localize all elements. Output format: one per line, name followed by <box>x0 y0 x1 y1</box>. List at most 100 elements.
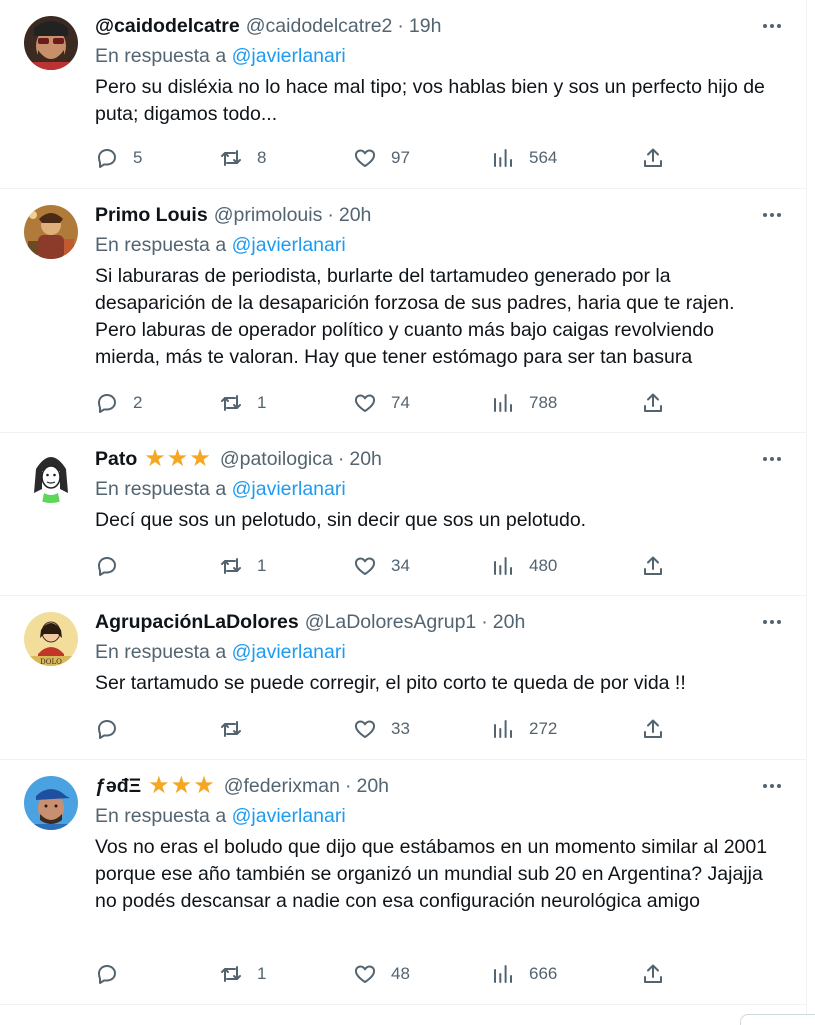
avatar[interactable] <box>24 449 78 503</box>
like-button[interactable]: 74 <box>353 388 410 418</box>
tweet-header: Pato ★ ★ ★ @patoilogica · 20h <box>95 446 382 472</box>
views-chart-icon <box>494 149 512 167</box>
tweet[interactable]: ƒəđΞ ★ ★ ★ @federixman · 20h En respuest… <box>0 760 806 1005</box>
reply-icon <box>98 149 116 168</box>
display-name[interactable]: ƒəđΞ <box>95 773 141 799</box>
star-icon: ★ <box>170 772 193 799</box>
more-options-icon[interactable] <box>760 774 784 798</box>
tweet[interactable]: DOLO AgrupaciónLaDolores @LaDoloresAgrup… <box>0 596 806 760</box>
display-name[interactable]: Primo Louis <box>95 202 208 228</box>
like-button[interactable]: 33 <box>353 714 410 744</box>
action-bar: 33 272 <box>95 714 675 744</box>
reply-icon <box>98 720 116 739</box>
like-button[interactable]: 48 <box>353 959 410 989</box>
more-options-icon[interactable] <box>760 203 784 227</box>
reply-prefix: En respuesta a <box>95 478 227 500</box>
mention-link[interactable]: @javierlanari <box>232 805 346 827</box>
reply-button[interactable]: 2 <box>95 388 142 418</box>
retweet-button[interactable]: 8 <box>219 143 266 173</box>
avatar[interactable] <box>24 16 78 70</box>
mention-link[interactable]: @javierlanari <box>232 641 346 663</box>
views-button[interactable]: 272 <box>491 714 557 744</box>
retweet-icon <box>221 721 241 737</box>
views-button[interactable]: 564 <box>491 143 557 173</box>
user-handle[interactable]: @federixman <box>224 773 340 799</box>
reply-icon <box>98 394 116 413</box>
timestamp[interactable]: 20h <box>349 446 382 472</box>
views-chart-icon <box>494 394 512 412</box>
man-with-beard-avatar <box>24 16 78 70</box>
views-button[interactable]: 666 <box>491 959 557 989</box>
timestamp[interactable]: 20h <box>356 773 389 799</box>
tweet-text: Pero su disléxia no lo hace mal tipo; vo… <box>95 76 765 125</box>
tweet-header: Primo Louis @primolouis · 20h <box>95 202 371 228</box>
retweet-button[interactable]: 1 <box>219 551 266 581</box>
star-icon: ★ <box>166 445 189 472</box>
timestamp[interactable]: 20h <box>493 609 526 635</box>
display-name[interactable]: @caidodelcatre <box>95 13 240 39</box>
mention-link[interactable]: @javierlanari <box>232 45 346 67</box>
more-options-icon[interactable] <box>760 610 784 634</box>
more-options-icon[interactable] <box>760 14 784 38</box>
view-count: 480 <box>529 556 558 575</box>
reply-context: En respuesta a @javierlanari <box>95 476 346 502</box>
heart-icon <box>354 965 376 983</box>
heart-icon <box>354 720 376 738</box>
like-count: 33 <box>391 719 410 738</box>
retweet-button[interactable]: 1 <box>219 388 266 418</box>
reply-feed: @caidodelcatre @caidodelcatre2 · 19h En … <box>0 0 807 1024</box>
reply-context: En respuesta a @javierlanari <box>95 639 346 665</box>
user-handle[interactable]: @patoilogica <box>220 446 333 472</box>
display-name[interactable]: Pato <box>95 446 137 472</box>
tweet[interactable]: Pato ★ ★ ★ @patoilogica · 20h En respues… <box>0 433 806 596</box>
heart-icon <box>354 394 376 412</box>
svg-text:DOLO: DOLO <box>40 658 62 666</box>
star-badges: ★ ★ ★ <box>148 774 216 798</box>
retweet-icon <box>221 558 241 574</box>
views-button[interactable]: 480 <box>491 551 557 581</box>
retweet-count: 1 <box>257 964 267 983</box>
share-button[interactable] <box>641 959 665 989</box>
tweet-text: Vos no eras el boludo que dijo que estáb… <box>95 836 768 912</box>
avatar[interactable]: DOLO <box>24 612 78 666</box>
user-handle[interactable]: @caidodelcatre2 <box>246 13 393 39</box>
share-button[interactable] <box>641 143 665 173</box>
more-options-icon[interactable] <box>760 447 784 471</box>
views-chart-icon <box>494 557 512 575</box>
timestamp[interactable]: 19h <box>409 13 442 39</box>
like-button[interactable]: 34 <box>353 551 410 581</box>
timestamp[interactable]: 20h <box>339 202 372 228</box>
like-count: 74 <box>391 393 410 412</box>
star-icon: ★ <box>144 445 166 472</box>
tweet[interactable]: Primo Louis @primolouis · 20h En respues… <box>0 189 806 433</box>
retweet-button[interactable] <box>219 714 257 744</box>
like-button[interactable]: 97 <box>353 143 410 173</box>
partial-floating-panel <box>740 1014 815 1025</box>
share-icon <box>644 719 662 738</box>
share-button[interactable] <box>641 388 665 418</box>
reply-button[interactable] <box>95 551 133 581</box>
avatar[interactable] <box>24 776 78 830</box>
retweet-count: 1 <box>257 393 267 412</box>
retweet-button[interactable]: 1 <box>219 959 266 989</box>
tweet[interactable]: @caidodelcatre @caidodelcatre2 · 19h En … <box>0 0 806 189</box>
views-chart-icon <box>494 720 512 738</box>
user-handle[interactable]: @LaDoloresAgrup1 <box>305 609 477 635</box>
user-handle[interactable]: @primolouis <box>214 202 323 228</box>
share-button[interactable] <box>641 551 665 581</box>
reply-context: En respuesta a @javierlanari <box>95 803 346 829</box>
like-count: 97 <box>391 148 410 167</box>
views-button[interactable]: 788 <box>491 388 557 418</box>
retweet-icon <box>221 150 241 166</box>
display-name[interactable]: AgrupaciónLaDolores <box>95 609 299 635</box>
share-button[interactable] <box>641 714 665 744</box>
retweet-icon <box>221 966 241 982</box>
star-icon: ★ <box>193 772 215 799</box>
avatar[interactable] <box>24 205 78 259</box>
mention-link[interactable]: @javierlanari <box>232 234 346 256</box>
reply-button[interactable]: 5 <box>95 143 142 173</box>
reply-context: En respuesta a @javierlanari <box>95 43 346 69</box>
mention-link[interactable]: @javierlanari <box>232 478 346 500</box>
reply-button[interactable] <box>95 714 133 744</box>
reply-button[interactable] <box>95 959 133 989</box>
